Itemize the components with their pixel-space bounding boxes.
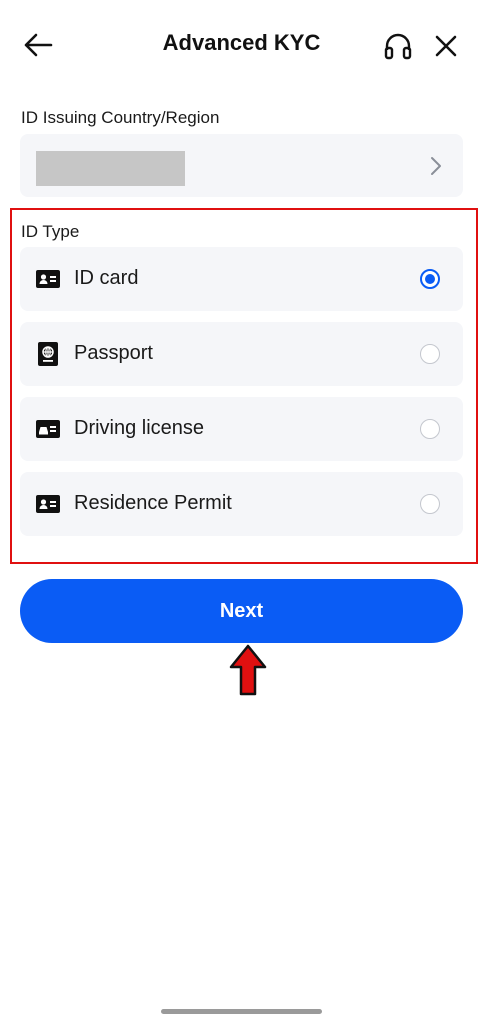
home-indicator: [161, 1009, 322, 1014]
radio-unselected[interactable]: [420, 419, 440, 439]
country-select[interactable]: [20, 134, 463, 197]
header-bar: Advanced KYC: [0, 0, 483, 90]
radio-unselected[interactable]: [420, 344, 440, 364]
id-type-option-residence-permit[interactable]: Residence Permit: [20, 472, 463, 536]
radio-unselected[interactable]: [420, 494, 440, 514]
id-type-label: ID Type: [21, 222, 80, 241]
driving-license-icon: [36, 418, 60, 440]
id-type-option-label: Residence Permit: [74, 492, 232, 514]
close-button[interactable]: [426, 26, 466, 66]
id-type-option-passport[interactable]: Passport: [20, 322, 463, 386]
residence-permit-icon: [36, 493, 60, 515]
id-type-option-label: Driving license: [74, 417, 205, 439]
id-type-option-label: ID card: [74, 267, 139, 289]
radio-selected[interactable]: [420, 269, 440, 289]
id-type-option-driving-license[interactable]: Driving license: [20, 397, 463, 461]
chevron-right-icon: [431, 157, 441, 175]
redacted-country-value: [36, 151, 185, 186]
id-type-option-label: Passport: [74, 342, 153, 364]
passport-icon: [36, 342, 60, 366]
country-field-label: ID Issuing Country/Region: [21, 108, 220, 127]
id-type-option-id-card[interactable]: ID card: [20, 247, 463, 311]
id-card-icon: [36, 268, 60, 290]
close-icon: [435, 35, 457, 57]
headphones-icon: [384, 33, 412, 60]
support-button[interactable]: [378, 26, 418, 66]
next-button[interactable]: Next: [20, 579, 463, 643]
red-up-arrow-icon: [229, 644, 267, 696]
